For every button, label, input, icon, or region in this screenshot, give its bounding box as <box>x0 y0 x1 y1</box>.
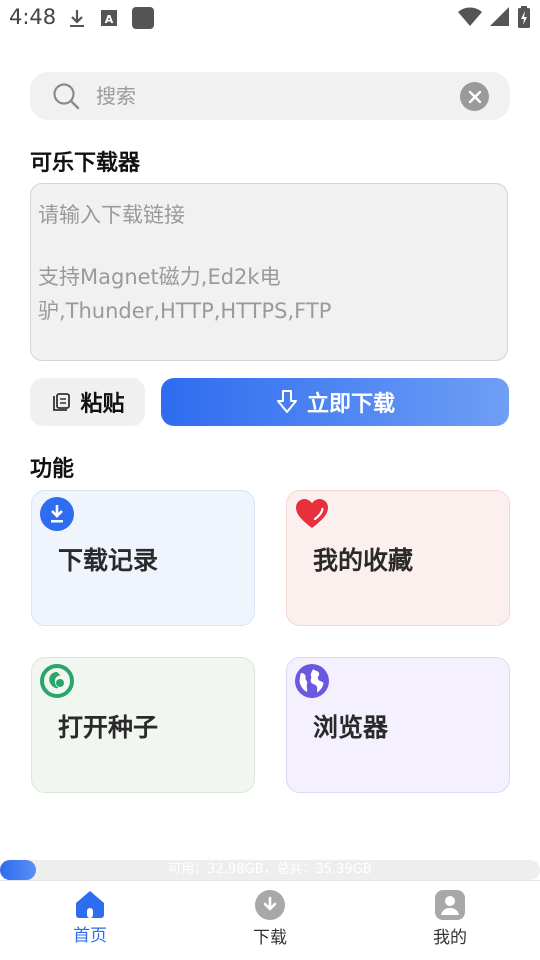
signal-icon <box>490 7 509 26</box>
download-records-card[interactable]: 下载记录 <box>31 490 255 626</box>
favorites-label: 我的收藏 <box>313 546 414 575</box>
paste-label: 粘贴 <box>80 392 125 417</box>
globe-icon <box>295 664 329 698</box>
home-icon <box>76 891 104 918</box>
paste-button[interactable]: 粘贴 <box>30 378 145 426</box>
download-icon <box>70 10 84 27</box>
a-icon: A <box>101 10 117 26</box>
storage-bar: 可用：32.98GB，总共：35.39GB <box>0 860 540 880</box>
features-title: 功能 <box>30 457 75 482</box>
search-input[interactable] <box>94 83 448 109</box>
torrent-icon <box>40 664 74 698</box>
download-record-icon <box>40 497 74 531</box>
download-now-label: 立即下载 <box>306 392 395 417</box>
status-icons-left: A <box>68 7 154 29</box>
browser-card[interactable]: 浏览器 <box>286 657 510 793</box>
open-torrent-card[interactable]: 打开种子 <box>31 657 255 793</box>
download-records-label: 下载记录 <box>58 546 159 575</box>
nav-item-home[interactable]: 首页 <box>30 890 150 946</box>
app-icon <box>132 7 154 29</box>
browser-label: 浏览器 <box>313 713 389 742</box>
storage-text: 可用：32.98GB，总共：35.39GB <box>168 862 372 877</box>
heart-icon <box>296 499 328 528</box>
nav-label-download: 下载 <box>253 928 287 948</box>
nav-label-home: 首页 <box>73 926 107 946</box>
search-bar[interactable] <box>30 72 510 120</box>
nav-item-profile[interactable]: 我的 <box>390 890 510 948</box>
battery-icon <box>518 6 530 28</box>
favorites-card[interactable]: 我的收藏 <box>286 490 510 626</box>
open-torrent-label: 打开种子 <box>58 713 159 742</box>
nav-divider <box>0 880 540 881</box>
download-link-input[interactable]: 请输入下载链接 支持Magnet磁力,Ed2k电驴,Thunder,HTTP,H… <box>30 183 508 361</box>
supported-protocols-text: 支持Magnet磁力,Ed2k电驴,Thunder,HTTP,HTTPS,FTP <box>38 265 332 323</box>
close-icon <box>468 90 481 103</box>
search-icon <box>53 83 80 110</box>
status-icons-right <box>458 6 530 28</box>
download-icon <box>255 890 285 920</box>
download-icon <box>276 390 297 413</box>
link-placeholder: 请输入下载链接 <box>38 203 185 227</box>
nav-item-download[interactable]: 下载 <box>210 890 330 948</box>
status-time: 4:48 <box>9 5 57 29</box>
paste-icon <box>53 393 71 411</box>
clear-search-button[interactable] <box>460 82 489 111</box>
download-now-button[interactable]: 立即下载 <box>161 378 509 426</box>
svg-text:A: A <box>105 13 114 26</box>
user-icon <box>435 890 465 920</box>
wifi-icon <box>458 7 482 26</box>
downloader-title: 可乐下载器 <box>30 151 141 176</box>
nav-label-profile: 我的 <box>433 928 467 948</box>
